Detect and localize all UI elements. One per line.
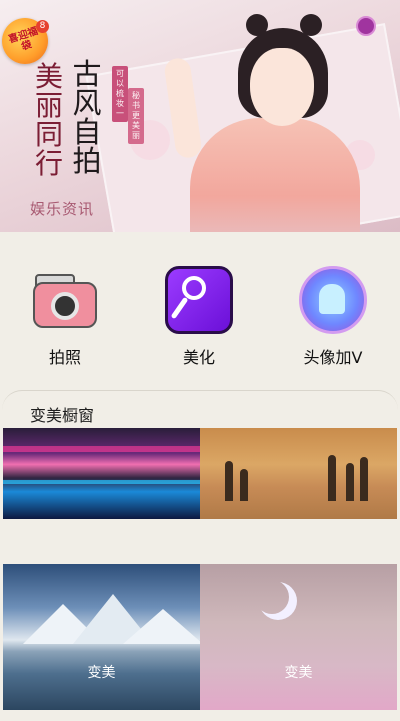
showcase-item-tuscany[interactable]: [200, 428, 397, 519]
showcase-item-mountain-lake[interactable]: [3, 564, 200, 710]
banner-subtitle-1: 可以梳妆一: [112, 66, 128, 122]
quick-action-beautify[interactable]: 美化: [154, 264, 244, 368]
banner-indicator-dot: [356, 16, 376, 36]
showcase-item-night-city[interactable]: [3, 428, 200, 519]
quick-action-camera[interactable]: 拍照: [20, 264, 110, 368]
hand-mirror-icon: [163, 264, 235, 336]
lucky-bag-count: 8: [36, 20, 49, 33]
banner-title-line-1: 美丽同行: [34, 60, 63, 180]
showcase-item-moon-curtain[interactable]: [200, 564, 397, 710]
camera-icon: [29, 264, 101, 336]
character-hair-bun: [300, 14, 322, 36]
banner-title-line-2: 古风自拍: [72, 57, 102, 178]
promo-banner[interactable]: 美丽同行 古风自拍 可以梳妆一 秘书更美丽 娱乐资讯 喜迎福袋 8: [0, 0, 400, 232]
quick-action-label: 头像加V: [303, 348, 363, 367]
showcase-caption: 变美: [284, 665, 313, 681]
banner-subtitle-2: 秘书更美丽: [128, 88, 144, 144]
quick-action-avatar-v[interactable]: 头像加V: [288, 264, 378, 368]
character-face: [250, 48, 314, 126]
showcase-title: 变美橱窗: [30, 406, 95, 425]
character-hair-bun: [246, 14, 268, 36]
quick-action-label: 拍照: [48, 348, 81, 367]
quick-action-label: 美化: [182, 348, 215, 367]
avatar-v-icon: [297, 264, 369, 336]
crescent-moon-decoration: [255, 580, 289, 614]
banner-footer-text: 娱乐资讯: [30, 200, 95, 218]
character-dress: [190, 118, 360, 232]
showcase-caption: 变美: [87, 665, 116, 681]
